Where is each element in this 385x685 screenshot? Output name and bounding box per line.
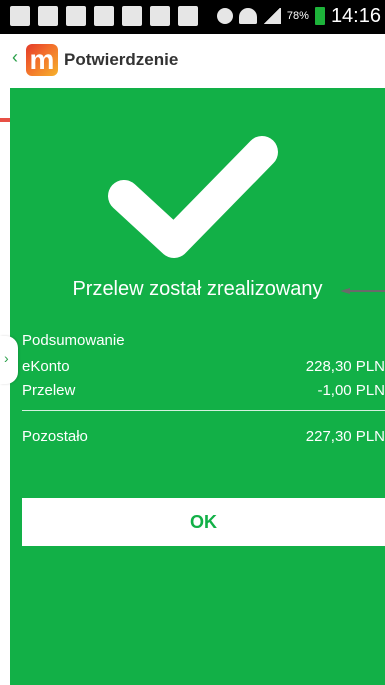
notification-icons bbox=[10, 6, 198, 26]
mail-icon bbox=[38, 6, 58, 26]
summary-title: Podsumowanie bbox=[22, 332, 125, 349]
side-drawer-handle[interactable]: › bbox=[0, 336, 18, 384]
system-status: 78% 14:16 bbox=[216, 5, 381, 27]
row-label: Przelew bbox=[22, 382, 76, 399]
sms-icon bbox=[66, 6, 86, 26]
shopping-bag-icon bbox=[178, 6, 198, 26]
row-label: Pozostało bbox=[22, 428, 88, 445]
confirmation-panel: Przelew został zrealizowany › Podsumowan… bbox=[0, 88, 385, 685]
ok-button[interactable]: OK bbox=[22, 498, 385, 546]
summary-row-remaining: Pozostało 227,30 PLN bbox=[22, 428, 385, 445]
summary-row-ekonto: eKonto 228,30 PLN bbox=[22, 358, 385, 375]
divider bbox=[22, 410, 385, 411]
mbank-logo: m bbox=[26, 44, 58, 76]
row-value: 228,30 PLN bbox=[305, 358, 385, 375]
app-bar: ‹ m Potwierdzenie bbox=[0, 34, 385, 122]
mbank-notification-icon bbox=[122, 6, 142, 26]
sms-icon-2 bbox=[94, 6, 114, 26]
row-value: 227,30 PLN bbox=[305, 428, 385, 445]
summary-row-przelew: Przelew -1,00 PLN bbox=[22, 382, 385, 399]
row-label: eKonto bbox=[22, 358, 70, 375]
status-bar: 78% 14:16 bbox=[0, 0, 385, 34]
eye-icon bbox=[216, 8, 233, 24]
signal-icon bbox=[262, 8, 281, 24]
row-value: -1,00 PLN bbox=[317, 382, 385, 399]
block-icon bbox=[150, 6, 170, 26]
arrow-left-icon bbox=[340, 288, 385, 294]
gallery-icon bbox=[10, 6, 30, 26]
chevron-left-icon[interactable]: ‹ bbox=[12, 48, 22, 66]
chevron-right-icon: › bbox=[4, 350, 9, 366]
wifi-icon bbox=[238, 8, 257, 24]
battery-percent: 78% bbox=[286, 10, 309, 22]
clock: 14:16 bbox=[330, 5, 381, 27]
checkmark-icon bbox=[108, 136, 278, 258]
battery-icon bbox=[314, 7, 325, 25]
logo-letter: m bbox=[29, 44, 55, 75]
result-title: Przelew został zrealizowany bbox=[72, 278, 323, 300]
page-title: Potwierdzenie bbox=[64, 50, 179, 69]
